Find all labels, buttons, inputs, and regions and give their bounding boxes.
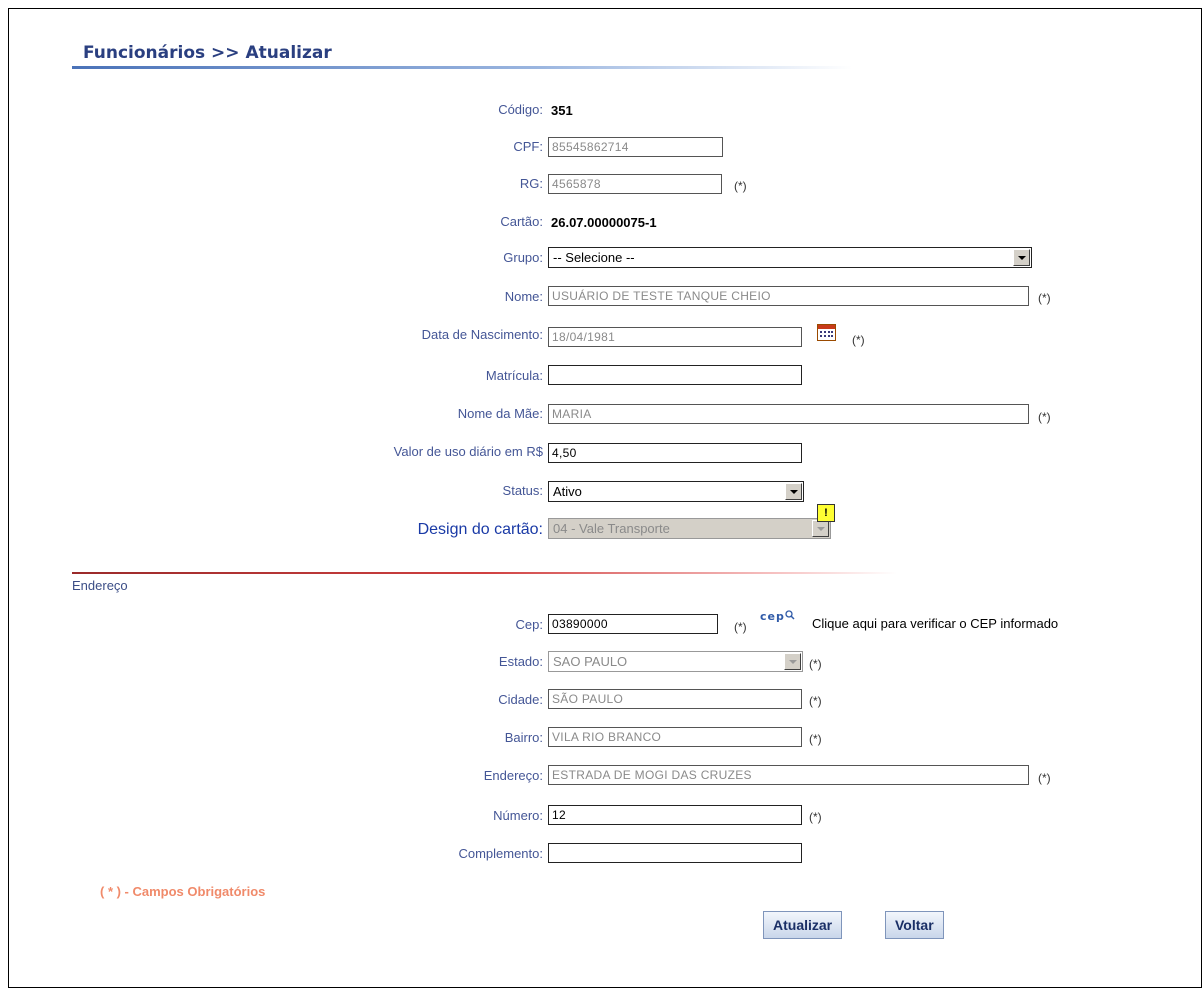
grupo-select-value: -- Selecione --	[553, 250, 635, 265]
design-select[interactable]: 04 - Vale Transporte	[548, 518, 831, 539]
complemento-field[interactable]	[548, 843, 802, 863]
mae-label: Nome da Mãe:	[457, 406, 543, 421]
cep-search-icon[interactable]: cep	[760, 610, 795, 623]
address-section-title: Endereço	[72, 578, 128, 593]
rg-required-mark: (*)	[734, 179, 747, 193]
nome-label: Nome:	[504, 289, 543, 304]
mae-field[interactable]: MARIA	[548, 404, 1029, 424]
grupo-label: Grupo:	[503, 250, 543, 265]
matricula-label: Matrícula:	[485, 368, 543, 383]
warning-icon[interactable]: !	[817, 504, 835, 522]
valor-field[interactable]: 4,50	[548, 443, 802, 463]
calendar-icon[interactable]	[817, 324, 836, 341]
cidade-label: Cidade:	[498, 692, 543, 707]
endereco-required-mark: (*)	[1038, 771, 1051, 785]
nascimento-label: Data de Nascimento:	[421, 327, 543, 342]
title-divider	[72, 66, 852, 69]
back-button[interactable]: Voltar	[885, 911, 944, 939]
cpf-label: CPF:	[513, 139, 543, 154]
nome-required-mark: (*)	[1038, 291, 1051, 305]
cpf-field[interactable]: 85545862714	[548, 137, 723, 157]
matricula-field[interactable]	[548, 365, 802, 385]
address-divider	[72, 572, 897, 574]
grupo-select[interactable]: -- Selecione --	[548, 247, 1032, 268]
nome-field[interactable]: USUÁRIO DE TESTE TANQUE CHEIO	[548, 286, 1029, 306]
chevron-down-icon[interactable]	[784, 653, 801, 670]
cep-icon-text: cep	[760, 610, 785, 623]
design-label: Design do cartão:	[417, 521, 543, 538]
chevron-down-icon[interactable]	[812, 520, 829, 537]
required-fields-note: ( * ) - Campos Obrigatórios	[100, 884, 266, 899]
rg-label: RG:	[519, 176, 543, 191]
mae-required-mark: (*)	[1038, 410, 1051, 424]
cartao-value: 26.07.00000075-1	[551, 215, 657, 230]
cidade-field[interactable]: SÃO PAULO	[548, 689, 802, 709]
codigo-value: 351	[551, 103, 573, 118]
numero-required-mark: (*)	[809, 810, 822, 824]
cep-required-mark: (*)	[734, 620, 747, 634]
cartao-label: Cartão:	[500, 214, 543, 229]
valor-label: Valor de uso diário em R$	[393, 444, 543, 459]
estado-select[interactable]: SAO PAULO	[548, 651, 803, 672]
nascimento-required-mark: (*)	[852, 333, 865, 347]
rg-field[interactable]: 4565878	[548, 174, 722, 194]
nascimento-field[interactable]: 18/04/1981	[548, 327, 802, 347]
estado-label: Estado:	[498, 654, 543, 669]
codigo-label: Código:	[498, 102, 543, 117]
estado-required-mark: (*)	[809, 657, 822, 671]
page-title: Funcionários >> Atualizar	[83, 43, 332, 63]
numero-field[interactable]: 12	[548, 805, 802, 825]
complemento-label: Complemento:	[458, 846, 543, 861]
chevron-down-icon[interactable]	[1013, 249, 1030, 266]
numero-label: Número:	[493, 808, 543, 823]
endereco-label: Endereço:	[483, 768, 543, 783]
cep-label: Cep:	[515, 617, 543, 632]
verify-cep-link[interactable]: Clique aqui para verificar o CEP informa…	[812, 616, 1058, 631]
bairro-label: Bairro:	[504, 730, 543, 745]
estado-select-value: SAO PAULO	[553, 654, 628, 669]
cep-field[interactable]: 03890000	[548, 614, 718, 634]
design-select-value: 04 - Vale Transporte	[553, 521, 670, 536]
bairro-required-mark: (*)	[809, 732, 822, 746]
endereco-field[interactable]: ESTRADA DE MOGI DAS CRUZES	[548, 765, 1029, 785]
chevron-down-icon[interactable]	[785, 483, 802, 500]
bairro-field[interactable]: VILA RIO BRANCO	[548, 727, 802, 747]
status-select-value: Ativo	[553, 484, 582, 499]
status-select[interactable]: Ativo	[548, 481, 804, 502]
status-label: Status:	[502, 483, 543, 498]
update-button[interactable]: Atualizar	[763, 911, 843, 939]
cidade-required-mark: (*)	[809, 694, 822, 708]
